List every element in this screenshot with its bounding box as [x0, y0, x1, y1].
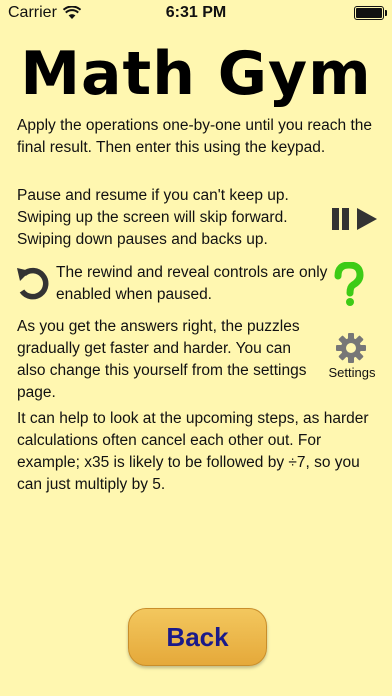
- intro-text: Apply the operations one-by-one until yo…: [17, 117, 373, 156]
- play-pause-icon: [332, 208, 377, 230]
- back-button-label: Back: [166, 621, 229, 652]
- rewind-icon: [17, 267, 49, 300]
- tips-text: It can help to look at the upcoming step…: [17, 410, 369, 493]
- settings-text: As you get the answers right, the puzzle…: [17, 318, 307, 401]
- status-bar: Carrier 6:31 PM: [0, 0, 392, 26]
- back-button[interactable]: Back: [128, 608, 267, 666]
- rewind-text: The rewind and reveal controls are only …: [56, 264, 328, 303]
- pause-text: Pause and resume if you can't keep up. S…: [17, 187, 289, 248]
- battery-icon: [354, 6, 387, 20]
- page-title: Math Gym: [20, 39, 372, 109]
- gear-icon[interactable]: [335, 332, 367, 364]
- question-mark-icon: [334, 262, 364, 306]
- status-time: 6:31 PM: [165, 4, 227, 21]
- settings-label[interactable]: Settings: [324, 365, 380, 380]
